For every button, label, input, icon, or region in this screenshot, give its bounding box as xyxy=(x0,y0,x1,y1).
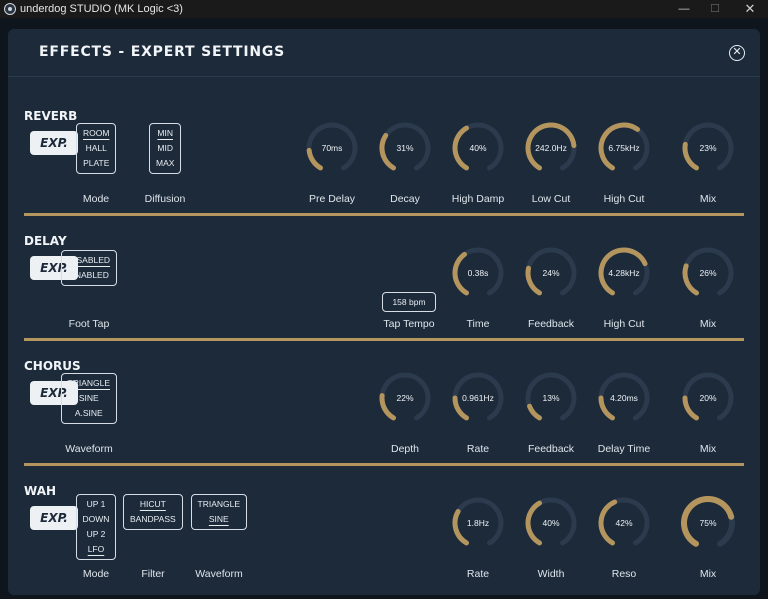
delay-high-cut-knob[interactable]: 4.28kHz xyxy=(597,246,651,300)
option-hall[interactable]: HALL xyxy=(84,141,109,156)
chorus-mix-knob[interactable]: 20% xyxy=(681,371,735,425)
option-lfo[interactable]: LFO xyxy=(86,542,107,557)
reverb-low-cut-knob[interactable]: 242.0Hz xyxy=(524,121,578,175)
knob-value: 23% xyxy=(699,143,717,153)
close-circle-icon[interactable]: ✕ xyxy=(729,45,745,61)
option-up-2[interactable]: UP 2 xyxy=(85,527,108,542)
chorus-delay-time-knob[interactable]: 4.20ms xyxy=(597,371,651,425)
section-title-reverb: REVERB xyxy=(24,109,78,123)
delay-feedback-knob[interactable]: 24% xyxy=(524,246,578,300)
option-a-sine[interactable]: A.SINE xyxy=(73,406,105,421)
reverb-mode-selector[interactable]: ROOM HALL PLATE xyxy=(76,123,117,174)
option-room[interactable]: ROOM xyxy=(81,126,111,141)
knob-value: 70ms xyxy=(321,143,343,153)
panel-title: EFFECTS - EXPERT SETTINGS xyxy=(39,44,286,60)
reverb-mix-label: Mix xyxy=(699,193,717,205)
section-title-wah: WAH xyxy=(24,484,57,498)
option-sine[interactable]: SINE xyxy=(207,512,231,527)
knob-value: 4.28kHz xyxy=(608,268,640,278)
chorus-mix-label: Mix xyxy=(699,443,717,455)
knob-value: 0.38s xyxy=(467,268,489,278)
knob-value: 42% xyxy=(615,518,633,528)
chorus-feedback-knob[interactable]: 13% xyxy=(524,371,578,425)
option-max[interactable]: MAX xyxy=(154,156,176,171)
option-triangle[interactable]: TRIANGLE xyxy=(66,376,113,391)
window-close-icon[interactable]: ✕ xyxy=(732,0,768,18)
option-bandpass[interactable]: BANDPASS xyxy=(128,512,178,527)
option-sine[interactable]: SINE xyxy=(77,391,101,406)
section-chorus: CHORUS EXP. TRIANGLE SINE A.SINE Waveform 22% D… xyxy=(8,351,760,476)
option-down[interactable]: DOWN xyxy=(81,512,112,527)
option-up-1[interactable]: UP 1 xyxy=(85,497,108,512)
panel-header: EFFECTS - EXPERT SETTINGS ✕ xyxy=(8,29,760,77)
expert-button-reverb[interactable]: EXP. xyxy=(30,131,78,155)
chorus-depth-knob[interactable]: 22% xyxy=(378,371,432,425)
chorus-rate-knob[interactable]: 0.961Hz xyxy=(451,371,505,425)
wah-mix-knob[interactable]: 75% xyxy=(681,496,735,550)
knob-value: 13% xyxy=(542,393,560,403)
section-delay: DELAY EXP. DISABLED ENABLED Foot Tap 158 bpm T… xyxy=(8,226,760,351)
reverb-diffusion-selector[interactable]: MIN MID MAX xyxy=(149,123,182,174)
section-divider xyxy=(24,338,744,341)
wah-mode-selector[interactable]: UP 1 DOWN UP 2 LFO xyxy=(75,494,117,560)
knob-value: 31% xyxy=(396,143,414,153)
reverb-diffusion-label: Diffusion xyxy=(144,193,186,205)
option-disabled[interactable]: DISABLED xyxy=(66,253,112,268)
knob-value: 40% xyxy=(542,518,560,528)
title-bar: underdog STUDIO (MK Logic <3) — ☐ ✕ xyxy=(0,0,768,18)
knob-value: 1.8Hz xyxy=(466,518,490,528)
delay-mix-knob[interactable]: 26% xyxy=(681,246,735,300)
option-mid[interactable]: MID xyxy=(155,141,175,156)
option-hicut[interactable]: HICUT xyxy=(138,497,168,512)
effects-panel: EFFECTS - EXPERT SETTINGS ✕ REVERB EXP. RO… xyxy=(8,29,760,595)
knob-value: 242.0Hz xyxy=(535,143,567,153)
wah-mix-label: Mix xyxy=(699,568,717,580)
option-triangle[interactable]: TRIANGLE xyxy=(196,497,243,512)
knob-value: 0.961Hz xyxy=(462,393,494,403)
window-title: underdog STUDIO (MK Logic <3) xyxy=(20,3,183,15)
wah-waveform-selector[interactable]: TRIANGLE SINE xyxy=(190,494,248,530)
section-divider xyxy=(24,213,744,216)
option-plate[interactable]: PLATE xyxy=(81,156,111,171)
reverb-mix-knob[interactable]: 23% xyxy=(681,121,735,175)
knob-value: 75% xyxy=(699,518,717,528)
knob-value: 26% xyxy=(699,268,717,278)
section-reverb: REVERB EXP. ROOM HALL PLATE Mode MIN MID MAX Diff… xyxy=(8,101,760,226)
wah-filter-selector[interactable]: HICUT BANDPASS xyxy=(123,494,183,530)
wah-width-knob[interactable]: 40% xyxy=(524,496,578,550)
knob-value: 6.75kHz xyxy=(608,143,640,153)
chorus-waveform-label: Waveform xyxy=(65,443,113,455)
delay-foot-tap-label: Foot Tap xyxy=(68,318,110,330)
section-divider xyxy=(24,463,744,466)
reverb-decay-knob[interactable]: 31% xyxy=(378,121,432,175)
app-icon xyxy=(4,3,16,15)
knob-value: 4.20ms xyxy=(610,393,638,403)
expert-button-wah[interactable]: EXP. xyxy=(30,506,78,530)
section-wah: WAH EXP. UP 1 DOWN UP 2 LFO Mode HICUT BANDPASS F… xyxy=(8,476,760,599)
reverb-high-cut-knob[interactable]: 6.75kHz xyxy=(597,121,651,175)
knob-value: 22% xyxy=(396,393,414,403)
section-title-chorus: CHORUS xyxy=(24,359,81,373)
delay-foot-tap-selector[interactable]: DISABLED ENABLED xyxy=(61,250,118,286)
delay-time-knob[interactable]: 0.38s xyxy=(451,246,505,300)
reverb-high-damp-knob[interactable]: 40% xyxy=(451,121,505,175)
section-title-delay: DELAY xyxy=(24,234,67,248)
wah-rate-knob[interactable]: 1.8Hz xyxy=(451,496,505,550)
option-enabled[interactable]: ENABLED xyxy=(67,268,111,283)
knob-value: 40% xyxy=(469,143,487,153)
knob-value: 24% xyxy=(542,268,560,278)
wah-reso-knob[interactable]: 42% xyxy=(597,496,651,550)
knob-value: 20% xyxy=(699,393,717,403)
chorus-waveform-selector[interactable]: TRIANGLE SINE A.SINE xyxy=(60,373,118,424)
option-min[interactable]: MIN xyxy=(155,126,175,141)
delay-mix-label: Mix xyxy=(699,318,717,330)
wah-waveform-label: Waveform xyxy=(195,568,243,580)
tap-tempo-button[interactable]: 158 bpm xyxy=(382,292,436,312)
maximize-icon[interactable]: ☐ xyxy=(697,0,733,18)
reverb-pre-delay-knob[interactable]: 70ms xyxy=(305,121,359,175)
